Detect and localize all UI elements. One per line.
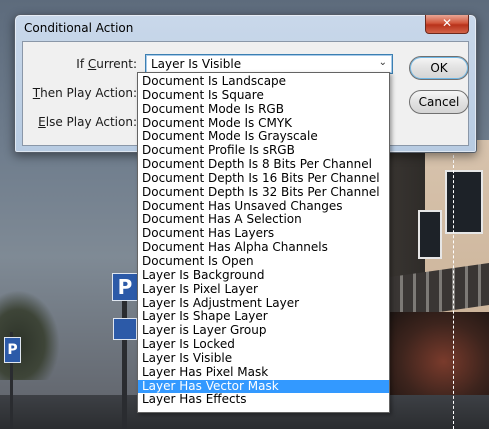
dropdown-option[interactable]: Layer Is Shape Layer (138, 309, 389, 324)
dropdown-option[interactable]: Document Is Square (138, 88, 389, 103)
dropdown-option[interactable]: Layer Has Pixel Mask (138, 365, 389, 380)
dropdown-option[interactable]: Layer Is Background (138, 268, 389, 283)
else-play-action-label: Else Play Action: (38, 115, 137, 129)
dropdown-option[interactable]: Document Depth Is 16 Bits Per Channel (138, 171, 389, 186)
dropdown-option[interactable]: Document Mode Is CMYK (138, 116, 389, 131)
dropdown-option[interactable]: Document Has Layers (138, 226, 389, 241)
trees (0, 290, 60, 380)
dropdown-option[interactable]: Document Depth Is 32 Bits Per Channel (138, 185, 389, 200)
dropdown-option[interactable]: Layer Has Effects (138, 393, 389, 407)
dropdown-option[interactable]: Document Has Alpha Channels (138, 240, 389, 255)
building-window (418, 210, 442, 259)
dropdown-option[interactable]: Document Depth Is 8 Bits Per Channel (138, 157, 389, 172)
if-current-dropdown-list[interactable]: Document Is Landscape Document Is Square D… (137, 72, 390, 413)
dropdown-option[interactable]: Layer is Layer Group (138, 323, 389, 338)
cancel-button[interactable]: Cancel (409, 90, 469, 114)
building-window (445, 170, 483, 234)
chevron-down-icon: ⌄ (378, 57, 387, 68)
parking-sign: P (112, 273, 138, 301)
dropdown-option[interactable]: Document Mode Is Grayscale (138, 130, 389, 144)
dropdown-option[interactable]: Document Profile Is sRGB (138, 143, 389, 158)
dropdown-option[interactable]: Document Is Open (138, 254, 389, 269)
if-current-select[interactable]: Layer Is Visible ⌄ (145, 54, 393, 74)
dialog-title: Conditional Action (24, 21, 134, 35)
dropdown-option[interactable]: Document Has Unsaved Changes (138, 199, 389, 214)
dropdown-options: Document Is Landscape Document Is Square D… (138, 73, 389, 407)
dropdown-option[interactable]: Document Mode Is RGB (138, 102, 389, 117)
dropdown-option[interactable]: Layer Is Locked (138, 337, 389, 352)
dropdown-option[interactable]: Document Has A Selection (138, 213, 389, 227)
close-button[interactable]: ✕ (425, 15, 469, 34)
if-current-label: If Current: (76, 57, 137, 71)
parking-sign-small: P (4, 337, 21, 363)
dropdown-option[interactable]: Layer Is Pixel Layer (138, 282, 389, 297)
title-bar[interactable]: Conditional Action ✕ (15, 15, 476, 39)
dropdown-option[interactable]: Document Is Landscape (138, 74, 389, 89)
dropdown-option[interactable]: Layer Is Visible (138, 351, 389, 366)
dropdown-option[interactable]: Layer Is Adjustment Layer (138, 296, 389, 311)
if-current-value: Layer Is Visible (151, 57, 242, 71)
dropdown-option[interactable]: Layer Has Vector Mask (138, 379, 389, 394)
parking-sub-sign (113, 318, 137, 340)
then-play-action-label: Then Play Action: (32, 86, 137, 100)
ok-button[interactable]: OK (409, 56, 469, 80)
close-icon: ✕ (441, 16, 453, 30)
selection-marquee (453, 150, 454, 429)
shop-front (388, 312, 489, 402)
